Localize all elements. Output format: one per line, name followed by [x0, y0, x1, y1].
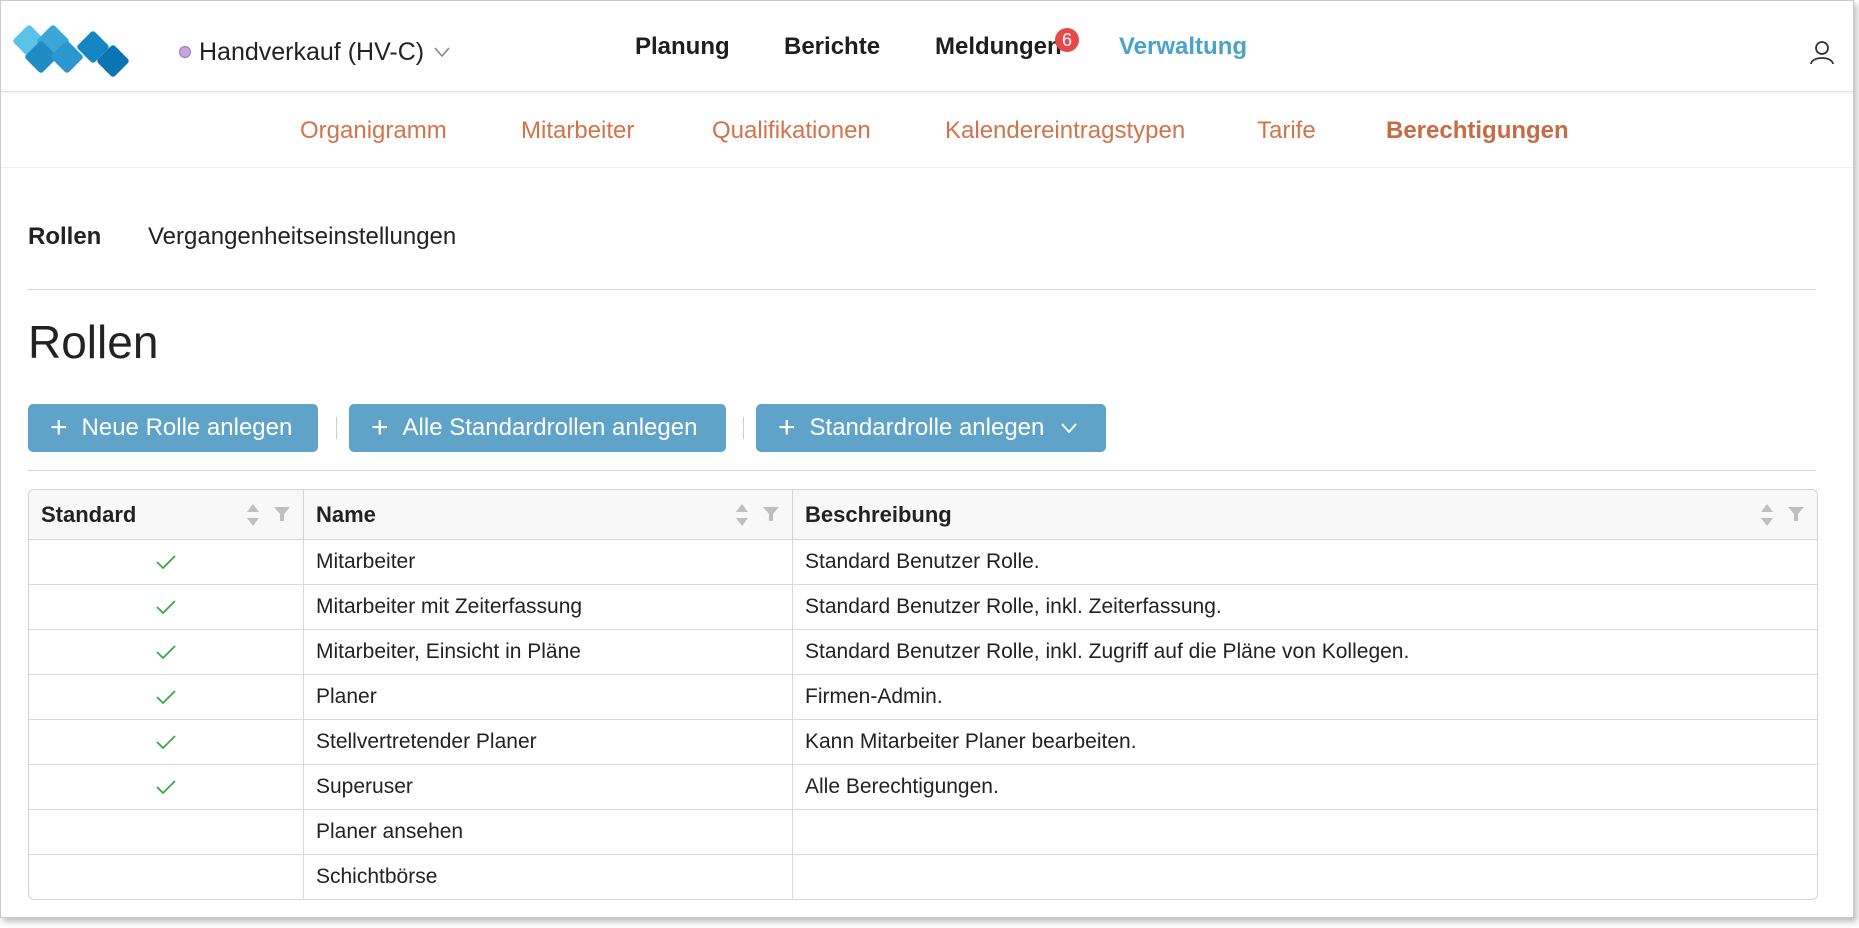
cell-standard [29, 855, 303, 899]
column-header-name[interactable]: Name [303, 490, 792, 539]
table-row[interactable]: Stellvertretender Planer Kann Mitarbeiter… [29, 720, 1817, 765]
check-icon [156, 600, 176, 615]
tab-rollen[interactable]: Rollen [28, 223, 101, 251]
subnav-item-kalendereintragstypen[interactable]: Kalendereintragstypen [945, 117, 1185, 145]
plus-icon: + [50, 411, 68, 444]
cell-description: Firmen-Admin. [792, 675, 1817, 719]
table-row[interactable]: Schichtbörse [29, 855, 1817, 899]
check-icon [156, 735, 176, 750]
cell-description: Alle Berechtigungen. [792, 765, 1817, 809]
default-role-button-label: Standardrolle anlegen [809, 414, 1045, 441]
cell-name: Mitarbeiter mit Zeiterfassung [303, 585, 792, 629]
subnav-item-tarife[interactable]: Tarife [1257, 117, 1316, 145]
cell-name: Stellvertretender Planer [303, 720, 792, 764]
table-row[interactable]: Mitarbeiter, Einsicht in Pläne Standard B… [29, 630, 1817, 675]
toolbar-separator [743, 417, 744, 439]
check-icon [156, 780, 176, 795]
main-navigation: Planung Berichte Meldungen Verwaltung [1, 33, 1853, 69]
filter-icon[interactable] [273, 506, 291, 522]
page-title: Rollen [28, 316, 159, 368]
sub-navigation: Organigramm Mitarbeiter Qualifikationen … [1, 91, 1853, 168]
tab-vergangenheitseinstellungen[interactable]: Vergangenheitseinstellungen [148, 223, 456, 251]
new-role-button-label: Neue Rolle anlegen [81, 414, 293, 441]
cell-name: Mitarbeiter [303, 540, 792, 584]
nav-item-verwaltung[interactable]: Verwaltung [1119, 33, 1247, 61]
top-header: Handverkauf (HV-C) Planung Berichte Meld… [1, 1, 1853, 92]
cell-standard [29, 540, 303, 584]
all-default-roles-button-label: Alle Standardrollen anlegen [402, 414, 698, 441]
cell-description: Standard Benutzer Rolle, inkl. Zugriff a… [792, 630, 1817, 674]
subnav-item-berechtigungen[interactable]: Berechtigungen [1386, 117, 1569, 145]
chevron-down-icon [1061, 423, 1078, 434]
nav-item-berichte[interactable]: Berichte [784, 33, 880, 61]
filter-icon[interactable] [762, 506, 780, 522]
cell-standard [29, 630, 303, 674]
column-header-standard[interactable]: Standard [29, 490, 303, 539]
cell-standard [29, 675, 303, 719]
toolbar-separator [336, 417, 337, 439]
table-row[interactable]: Mitarbeiter mit Zeiterfassung Standard Be… [29, 585, 1817, 630]
cell-standard [29, 720, 303, 764]
column-header-label: Standard [41, 501, 137, 527]
all-default-roles-button[interactable]: + Alle Standardrollen anlegen [349, 404, 726, 452]
subnav-item-mitarbeiter[interactable]: Mitarbeiter [521, 117, 634, 145]
nav-item-meldungen[interactable]: Meldungen [935, 33, 1062, 61]
cell-name: Schichtbörse [303, 855, 792, 899]
table-header: Standard Name Beschreibung [29, 490, 1817, 540]
divider [28, 289, 1816, 290]
cell-description [792, 810, 1817, 854]
filter-icon[interactable] [1787, 506, 1805, 522]
cell-standard [29, 765, 303, 809]
subnav-item-organigramm[interactable]: Organigramm [300, 117, 447, 145]
cell-name: Planer ansehen [303, 810, 792, 854]
cell-description: Kann Mitarbeiter Planer bearbeiten. [792, 720, 1817, 764]
table-body: Mitarbeiter Standard Benutzer Rolle. Mitar… [29, 540, 1817, 899]
cell-standard [29, 585, 303, 629]
check-icon [156, 555, 176, 570]
sort-icon[interactable] [245, 502, 261, 528]
check-icon [156, 645, 176, 660]
table-row[interactable]: Planer ansehen [29, 810, 1817, 855]
column-header-label: Name [316, 501, 376, 527]
user-icon[interactable] [1809, 39, 1835, 65]
divider [28, 470, 1816, 471]
plus-icon: + [371, 411, 389, 444]
column-header-beschreibung[interactable]: Beschreibung [792, 490, 1817, 539]
cell-name: Mitarbeiter, Einsicht in Pläne [303, 630, 792, 674]
check-icon [156, 690, 176, 705]
notification-badge: 6 [1055, 28, 1079, 52]
roles-table: Standard Name Beschreibung Mitarbeiter S… [28, 489, 1818, 900]
new-role-button[interactable]: + Neue Rolle anlegen [28, 404, 318, 452]
default-role-dropdown-button[interactable]: + Standardrolle anlegen [756, 404, 1106, 452]
sort-icon[interactable] [734, 502, 750, 528]
app-window: Handverkauf (HV-C) Planung Berichte Meld… [0, 0, 1854, 918]
nav-item-planung[interactable]: Planung [635, 33, 730, 61]
cell-standard [29, 810, 303, 854]
subnav-item-qualifikationen[interactable]: Qualifikationen [712, 117, 871, 145]
cell-description: Standard Benutzer Rolle. [792, 540, 1817, 584]
table-row[interactable]: Planer Firmen-Admin. [29, 675, 1817, 720]
cell-name: Planer [303, 675, 792, 719]
cell-name: Superuser [303, 765, 792, 809]
sort-icon[interactable] [1759, 502, 1775, 528]
table-row[interactable]: Superuser Alle Berechtigungen. [29, 765, 1817, 810]
column-header-label: Beschreibung [805, 501, 952, 527]
plus-icon: + [778, 411, 796, 444]
cell-description [792, 855, 1817, 899]
table-row[interactable]: Mitarbeiter Standard Benutzer Rolle. [29, 540, 1817, 585]
cell-description: Standard Benutzer Rolle, inkl. Zeiterfas… [792, 585, 1817, 629]
